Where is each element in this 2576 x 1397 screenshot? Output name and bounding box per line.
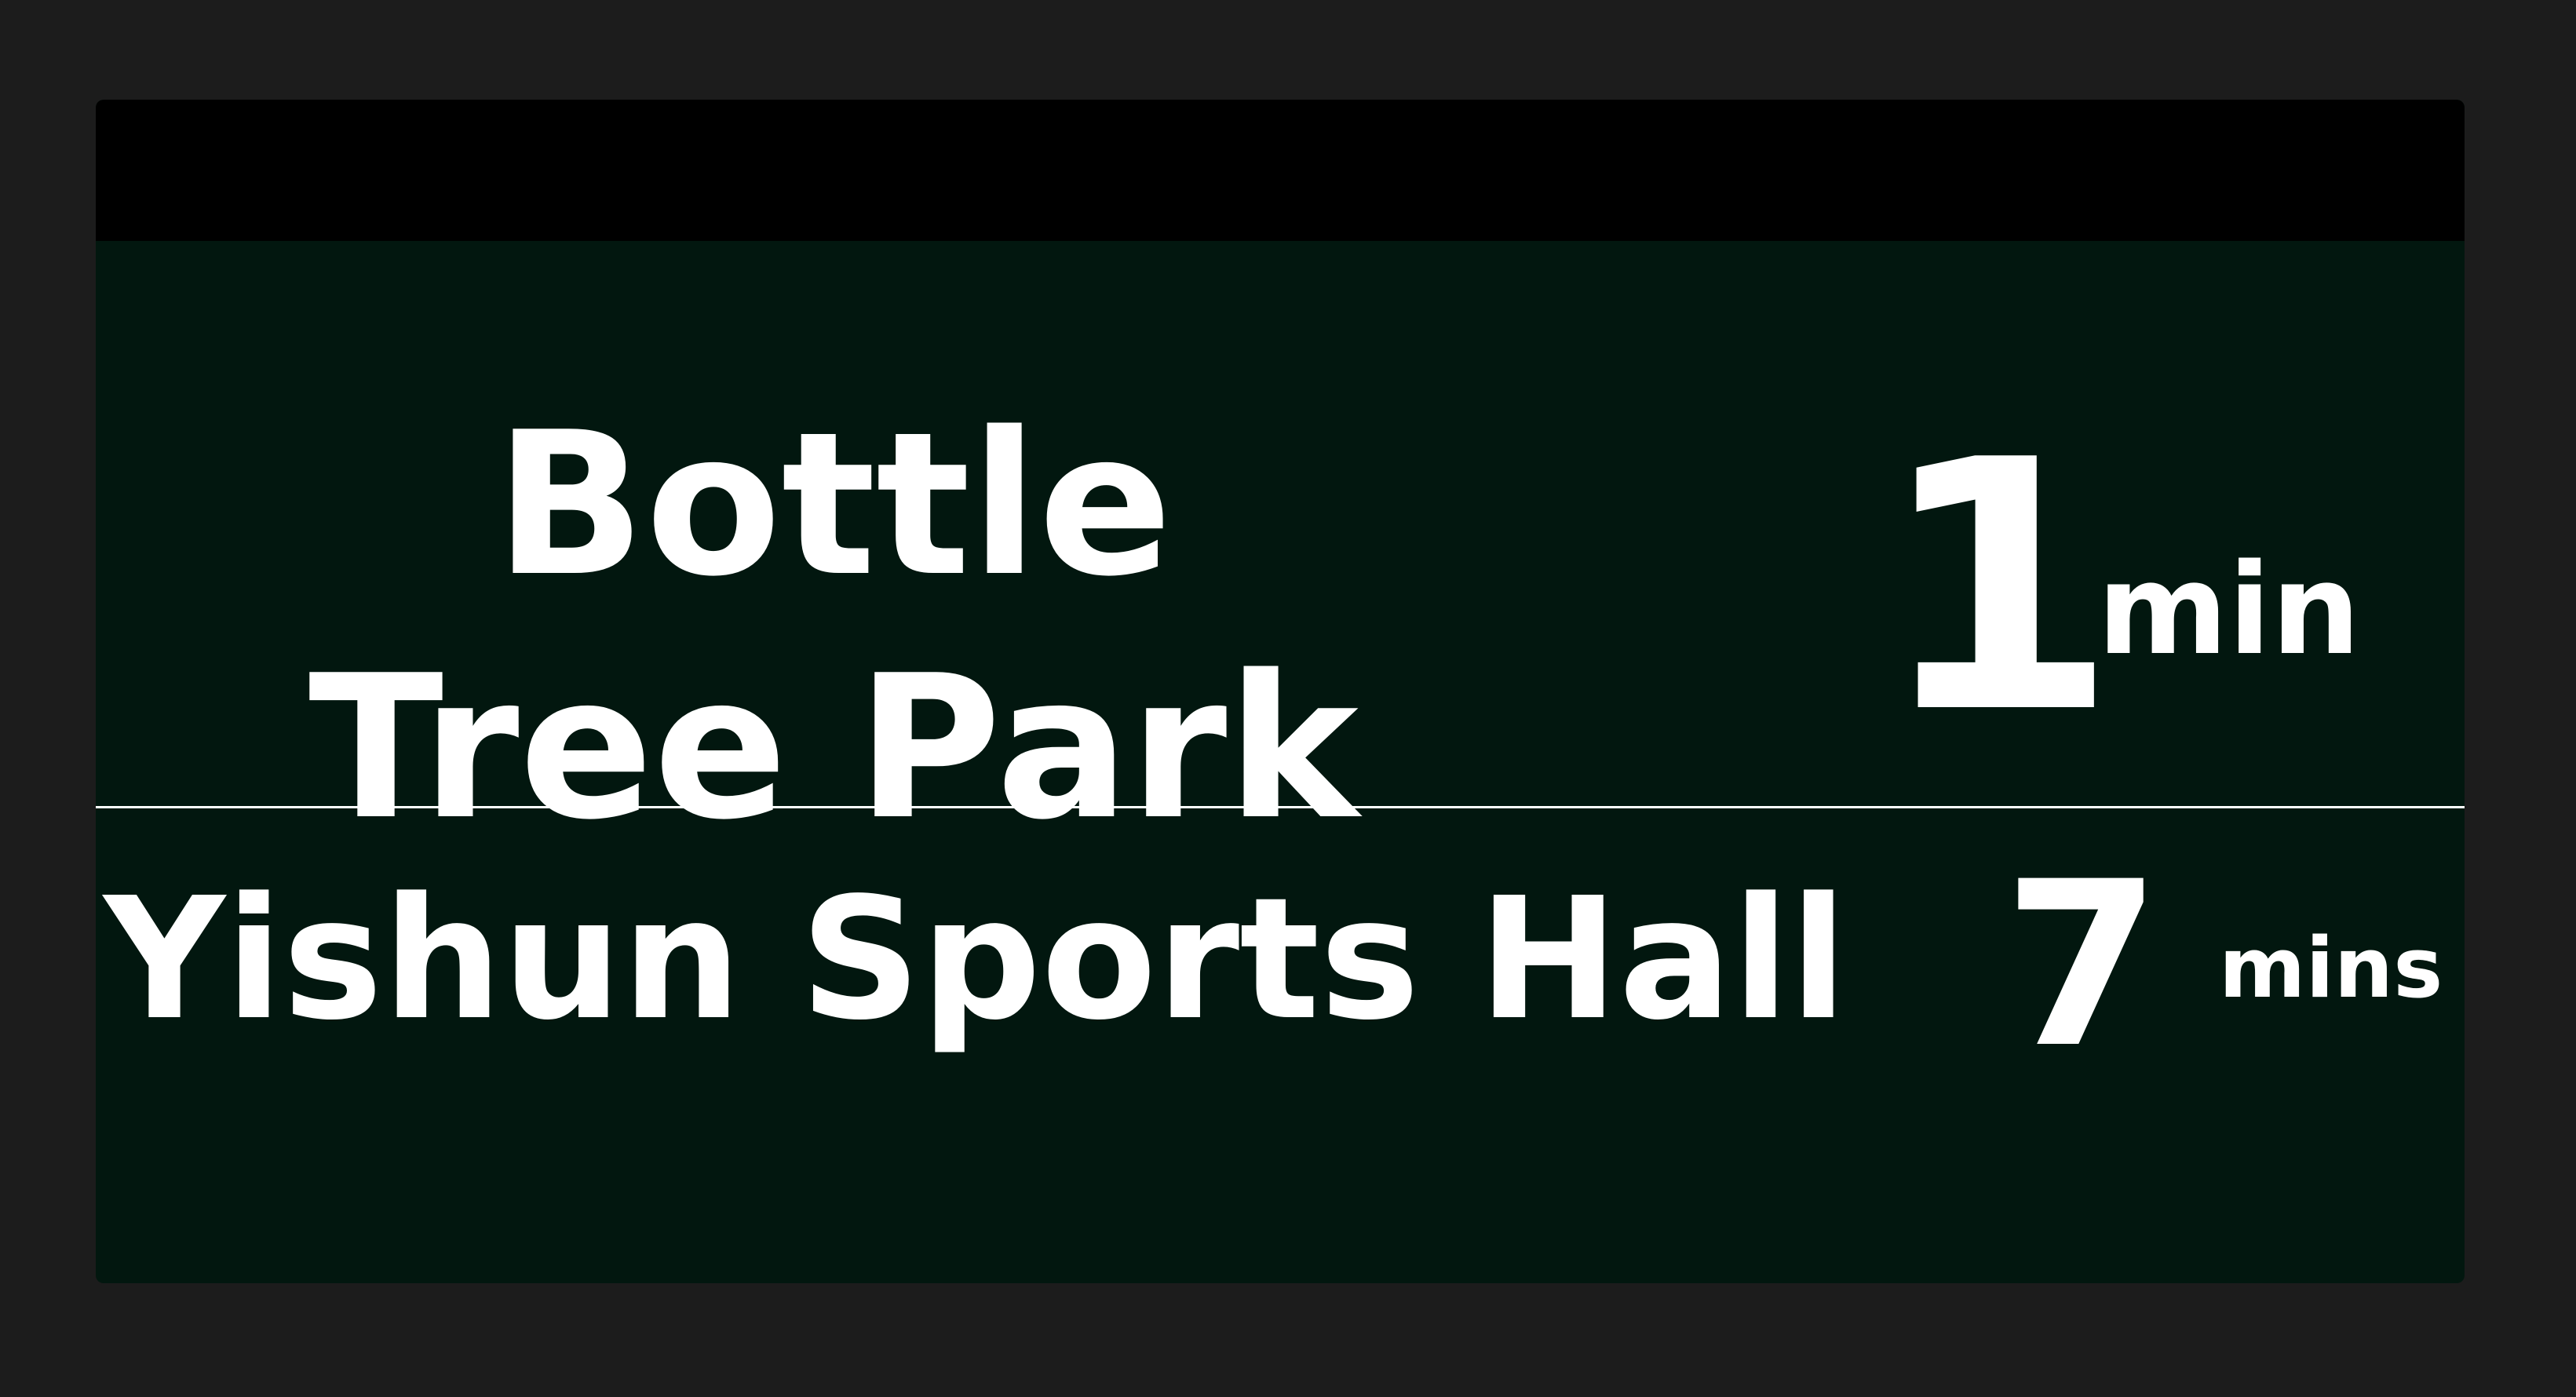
- eta-minutes: 1: [1877, 387, 2118, 789]
- destination-name: Yishun Sports Hall: [104, 862, 1848, 1057]
- eta-minutes: 7: [2003, 833, 2162, 1098]
- board-header-bar: [96, 100, 2465, 241]
- eta-unit: mins: [2219, 920, 2443, 1016]
- arrival-row-2: Yishun Sports Hall 7 mins: [96, 809, 2465, 1283]
- row-divider: [96, 806, 2465, 808]
- destination-name: Bottle Tree Park: [308, 390, 1359, 863]
- arrival-board: Bottle Tree Park 1 min Yishun Sports Hal…: [96, 100, 2465, 1283]
- eta-unit: min: [2097, 536, 2361, 683]
